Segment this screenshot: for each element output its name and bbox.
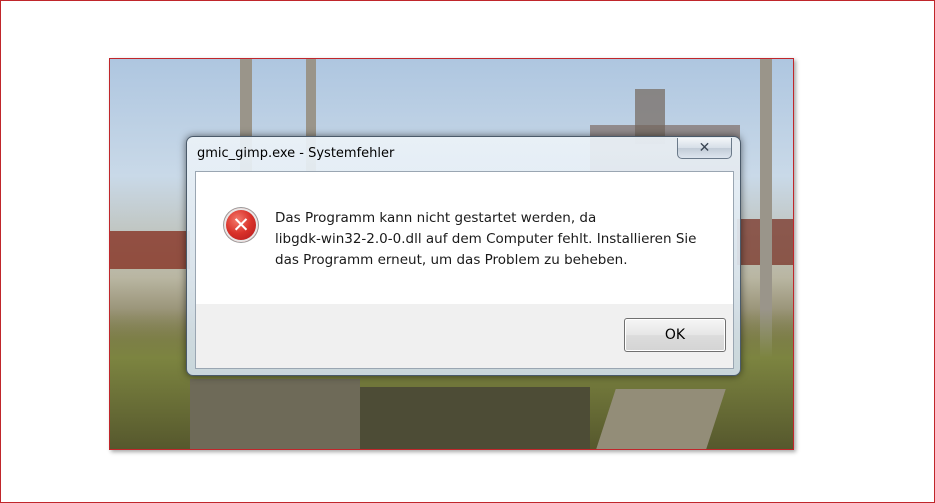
close-icon: ✕ bbox=[698, 140, 711, 156]
background-steps bbox=[360, 387, 590, 449]
background-wall-right bbox=[596, 389, 726, 449]
background-wall-left bbox=[190, 379, 360, 449]
dialog-client-area: ✕ Das Programm kann nicht gestartet werd… bbox=[195, 171, 734, 369]
close-button[interactable]: ✕ bbox=[677, 138, 732, 159]
error-message: Das Programm kann nicht gestartet werden… bbox=[275, 210, 697, 268]
error-icon-glyph: ✕ bbox=[232, 212, 250, 237]
background-roof-left bbox=[110, 231, 190, 269]
ok-button[interactable]: OK bbox=[624, 318, 726, 352]
dialog-title-bar[interactable]: gmic_gimp.exe - Systemfehler ✕ bbox=[187, 137, 740, 171]
dialog-title: gmic_gimp.exe - Systemfehler bbox=[197, 146, 395, 161]
error-icon: ✕ bbox=[224, 208, 258, 242]
dialog-content: ✕ Das Programm kann nicht gestartet werd… bbox=[196, 172, 733, 304]
error-dialog: gmic_gimp.exe - Systemfehler ✕ ✕ Das Pro… bbox=[186, 136, 741, 376]
